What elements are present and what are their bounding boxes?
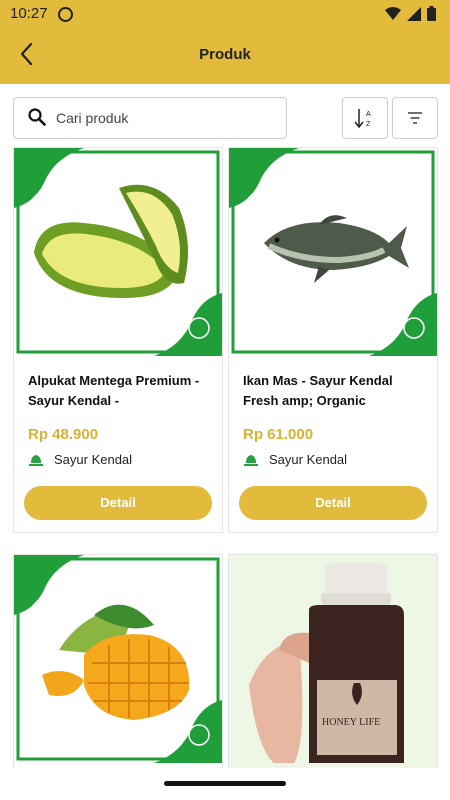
product-card[interactable]: Fresh Ikan Mas - Sayur Kendal Fresh amp;…	[228, 147, 438, 533]
system-navigation-bar	[0, 768, 450, 800]
wifi-icon	[385, 6, 401, 20]
product-image-honey: HONEY LIFE	[229, 555, 437, 763]
search-input[interactable]: Cari produk	[13, 97, 287, 139]
product-image-mango: Fresh	[14, 555, 222, 763]
detail-button[interactable]: Detail	[24, 486, 212, 520]
store-logo-icon	[29, 454, 43, 466]
product-card[interactable]: HONEY LIFE	[228, 554, 438, 800]
store-logo-icon	[244, 454, 258, 466]
store-info: Sayur Kendal	[28, 452, 132, 467]
store-info: Sayur Kendal	[243, 452, 347, 467]
svg-text:Z: Z	[366, 121, 371, 128]
home-gesture-bar[interactable]	[164, 781, 286, 786]
status-icons	[385, 6, 436, 21]
battery-icon	[427, 6, 436, 21]
product-price: Rp 48.900	[28, 426, 99, 443]
store-name: Sayur Kendal	[54, 452, 133, 467]
product-price: Rp 61.000	[243, 426, 314, 443]
search-icon	[28, 108, 46, 126]
product-image-fish: Fresh	[229, 148, 437, 356]
honey-label-text: HONEY LIFE	[322, 717, 380, 728]
product-card[interactable]: Fresh Alpukat Mentega Premium - Sayur Ke…	[13, 147, 223, 533]
filter-icon	[408, 112, 422, 124]
sort-az-icon: A Z	[354, 109, 371, 129]
notification-icon	[58, 7, 73, 22]
product-card[interactable]: Fresh	[13, 554, 223, 800]
product-name: Ikan Mas - Sayur Kendal Fresh amp; Organ…	[243, 373, 393, 408]
product-image-avocado: Fresh	[14, 148, 222, 356]
status-bar: 10:27	[0, 0, 450, 28]
product-list-screen: Cari produk A Z Fresh Alpukat Mentega Pr…	[0, 84, 450, 800]
search-placeholder: Cari produk	[56, 110, 129, 126]
svg-text:A: A	[366, 111, 371, 118]
detail-button[interactable]: Detail	[239, 486, 427, 520]
page-title: Produk	[199, 46, 251, 63]
signal-icon	[407, 6, 421, 21]
filter-button[interactable]	[392, 97, 438, 139]
product-name: Alpukat Mentega Premium - Sayur Kendal -	[28, 373, 200, 408]
store-name: Sayur Kendal	[269, 452, 348, 467]
app-bar: Produk	[0, 28, 450, 84]
status-time: 10:27	[10, 5, 48, 22]
sort-button[interactable]: A Z	[342, 97, 388, 139]
